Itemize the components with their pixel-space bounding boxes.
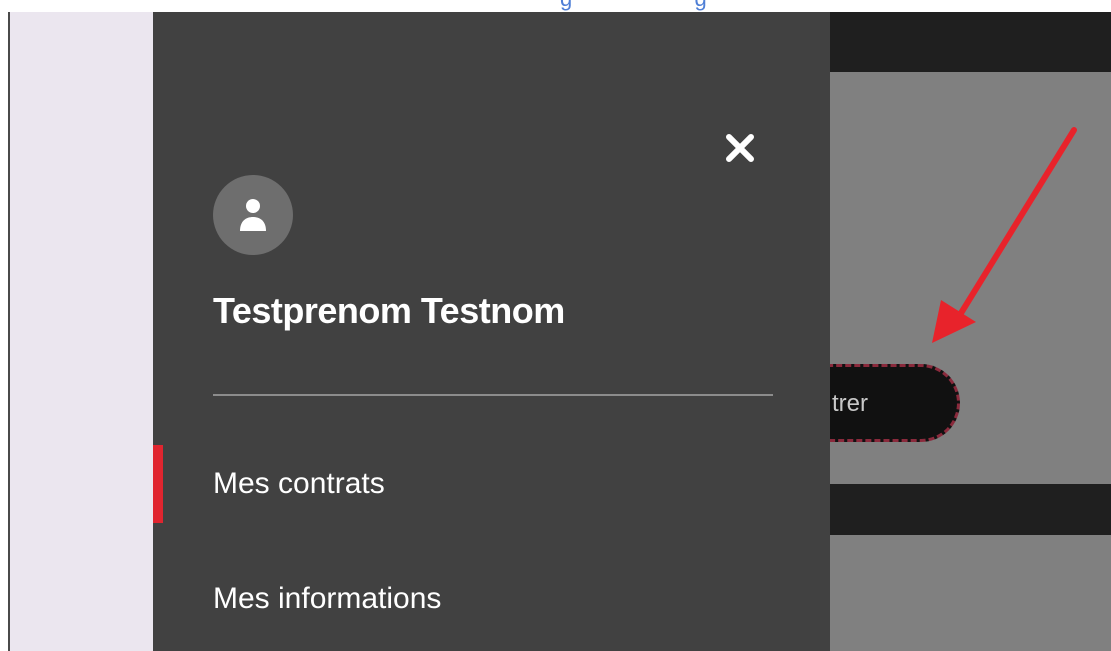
user-icon: [240, 199, 266, 231]
nav-item-mes-informations[interactable]: Mes informations: [153, 560, 830, 640]
nav-item-mes-contrats[interactable]: Mes contrats: [153, 445, 830, 525]
page-header-bar: [830, 12, 1111, 72]
screenshot: g g trer Testprenom Testnom Mes contrat: [0, 0, 1111, 651]
drawer-divider: [213, 394, 773, 396]
close-icon: [726, 134, 754, 162]
nav-item-label: Mes contrats: [213, 467, 385, 500]
left-background-strip: [10, 12, 153, 651]
active-indicator: [153, 445, 163, 523]
document-heading-fragment: g g: [560, 0, 707, 12]
app-frame: trer Testprenom Testnom Mes contrats Mes…: [8, 12, 1111, 651]
nav-item-label: Mes informations: [213, 582, 442, 615]
user-name: Testprenom Testnom: [213, 290, 565, 331]
avatar: [213, 175, 293, 255]
close-drawer-button[interactable]: [716, 124, 764, 172]
enter-button-label: trer: [832, 390, 868, 417]
page-dark-band: [830, 484, 1111, 535]
